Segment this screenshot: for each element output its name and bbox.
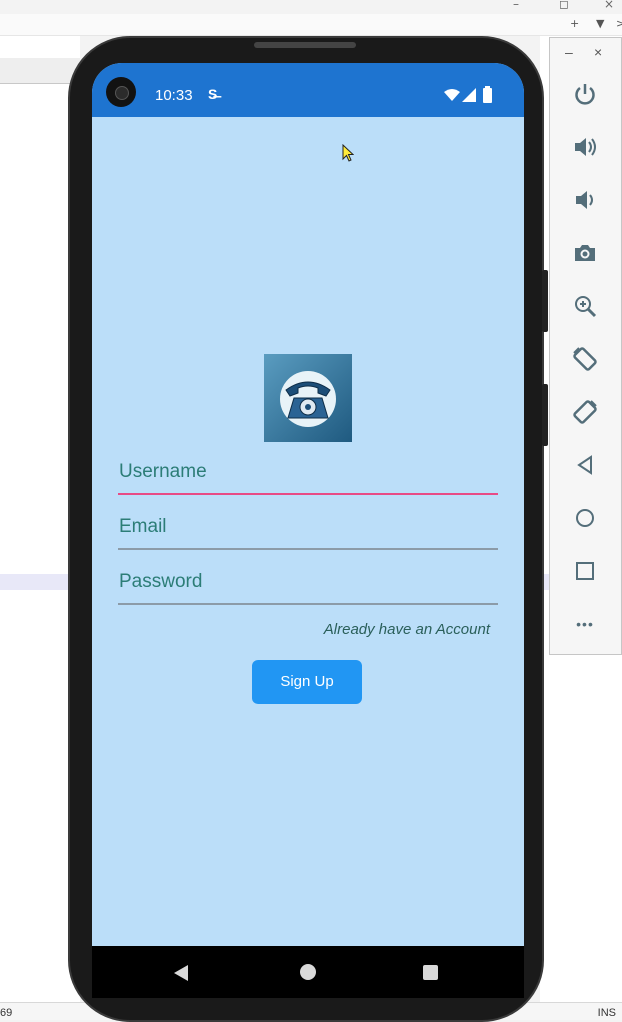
power-icon[interactable] — [570, 79, 600, 109]
status-line-number: 69 — [0, 1007, 13, 1019]
already-have-account-link[interactable]: Already have an Account — [324, 621, 490, 638]
telephone-logo-icon — [264, 354, 352, 442]
tab-more-button[interactable]: > — [616, 17, 622, 30]
editor-header-band — [0, 58, 80, 84]
password-label: Password — [119, 571, 203, 592]
phone-power-key — [542, 270, 548, 332]
email-underline — [118, 548, 498, 550]
ide-close-button[interactable]: × — [604, 0, 614, 11]
phone-volume-key — [542, 384, 548, 446]
android-status-bar: 10:33 S̶ — [92, 63, 524, 117]
volume-up-icon[interactable] — [570, 132, 600, 162]
android-nav-bar — [92, 946, 524, 998]
signal-icon — [462, 88, 476, 102]
zoom-icon[interactable] — [570, 291, 600, 321]
add-tab-button[interactable]: + — [570, 17, 579, 30]
front-camera-icon — [106, 77, 136, 107]
nav-back-icon[interactable] — [174, 965, 188, 981]
emulator-toolbar: – × ••• — [549, 37, 622, 655]
toolbar-header: – × — [550, 44, 621, 64]
ide-restore-button[interactable]: ◻ — [559, 0, 569, 11]
wifi-icon — [444, 89, 460, 101]
overview-icon[interactable] — [570, 556, 600, 586]
more-icon[interactable]: ••• — [570, 609, 600, 639]
status-insert-mode[interactable]: INS — [598, 1007, 616, 1019]
username-underline — [118, 493, 498, 495]
rotate-left-icon[interactable] — [570, 344, 600, 374]
ide-minimize-button[interactable]: – — [513, 0, 519, 11]
ide-tab-strip: + ▼ > — [0, 14, 622, 36]
phone-screen: 10:33 S̶ Username Email Password Already… — [92, 63, 524, 998]
status-time: 10:33 — [155, 87, 193, 104]
rotate-right-icon[interactable] — [570, 397, 600, 427]
home-icon[interactable] — [570, 503, 600, 533]
back-icon[interactable] — [570, 450, 600, 480]
camera-icon[interactable] — [570, 238, 600, 268]
username-label: Username — [119, 461, 207, 482]
tab-menu-button[interactable]: ▼ — [596, 17, 604, 30]
phone-speaker — [254, 42, 356, 48]
password-field[interactable]: Password — [118, 571, 498, 605]
sim-icon: S̶ — [208, 86, 218, 102]
battery-icon — [483, 86, 492, 103]
password-underline — [118, 603, 498, 605]
nav-home-icon[interactable] — [300, 964, 316, 980]
toolbar-close-button[interactable]: × — [594, 44, 602, 60]
ide-title-bar: – ◻ × — [0, 0, 622, 14]
sign-up-button[interactable]: Sign Up — [252, 660, 362, 704]
email-label: Email — [119, 516, 167, 537]
volume-down-icon[interactable] — [570, 185, 600, 215]
username-field[interactable]: Username — [118, 461, 498, 495]
mouse-cursor-icon — [342, 144, 354, 162]
toolbar-minimize-button[interactable]: – — [565, 44, 573, 60]
nav-recent-apps-icon[interactable] — [423, 965, 438, 980]
email-field[interactable]: Email — [118, 516, 498, 550]
